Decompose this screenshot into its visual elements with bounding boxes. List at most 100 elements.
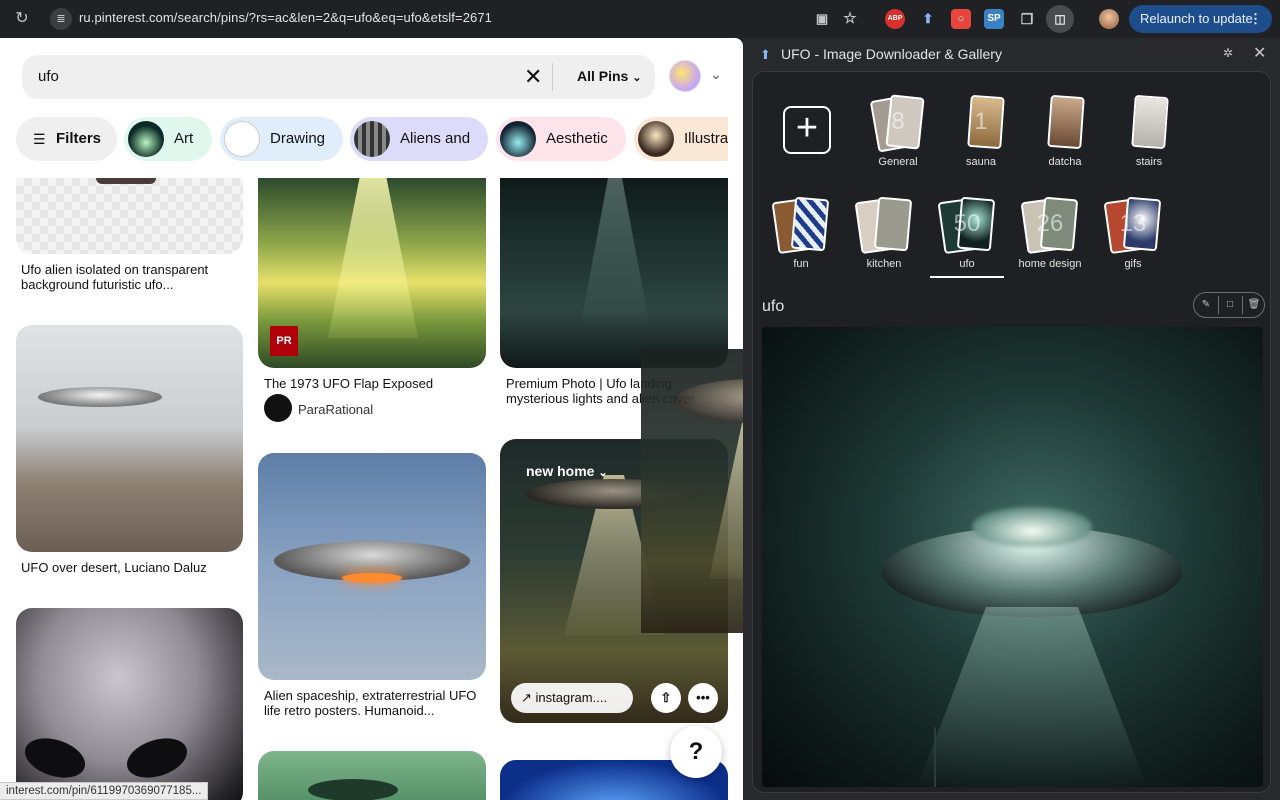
ufo-glow <box>972 507 1092 547</box>
profile-avatar[interactable] <box>1099 9 1119 29</box>
folder-kitchen[interactable]: kitchen <box>844 196 924 286</box>
pin-caption[interactable]: The 1973 UFO Flap Exposed <box>264 376 484 391</box>
pinterest-page: ufo ✕ All Pins ⌄ ⌄ ☰ Filters Art Drawing… <box>0 38 743 800</box>
pin-image-ufo-transparent[interactable] <box>16 178 243 254</box>
folder-name: sauna <box>966 156 996 168</box>
folder-name: home design <box>1018 258 1082 270</box>
light-beam <box>580 178 650 328</box>
folder-count: 26 <box>1036 210 1064 237</box>
add-folder-button[interactable]: + <box>783 106 831 154</box>
more-options-icon[interactable]: ••• <box>688 683 718 713</box>
folder-name: kitchen <box>866 258 902 270</box>
alien-eye <box>121 731 193 785</box>
side-panel-icon[interactable]: ◫ <box>1046 5 1074 33</box>
folder-datcha[interactable]: datcha <box>1025 94 1105 184</box>
folder-fun[interactable]: fun <box>761 196 841 286</box>
search-bar[interactable]: ufo ✕ All Pins ⌄ <box>22 55 655 99</box>
folder-sauna[interactable]: 1 sauna <box>941 94 1021 184</box>
folder-stairs[interactable]: stairs <box>1109 94 1189 184</box>
folder-count: 1 <box>974 108 988 135</box>
extensions-puzzle-icon[interactable]: ❐ <box>1017 9 1037 29</box>
pin-image-alien-face[interactable] <box>16 608 243 800</box>
pin-image-ufo-flap[interactable]: PR <box>258 178 486 368</box>
pin-caption[interactable]: UFO over desert, Luciano Daluz <box>21 560 236 575</box>
chip-label: Aesthetic <box>546 130 608 147</box>
record-extension-icon[interactable]: ○ <box>951 9 971 29</box>
pin-caption[interactable]: Ufo alien isolated on transparent backgr… <box>21 262 236 292</box>
board-name: new home <box>526 463 595 479</box>
divider <box>1242 296 1243 314</box>
delete-icon[interactable]: 🗑 <box>1244 297 1264 313</box>
pin-image-alien-spaceship[interactable] <box>258 453 486 680</box>
close-icon[interactable]: ✕ <box>1253 43 1266 63</box>
ufo-extension-icon[interactable]: ⬆ <box>918 9 938 29</box>
user-avatar[interactable] <box>669 60 701 92</box>
pin-image-ufo-desert[interactable] <box>16 325 243 552</box>
chip-thumbnail <box>500 121 536 157</box>
pin-image-ufo-landing[interactable] <box>500 178 728 368</box>
pin-author[interactable]: ParaRational <box>298 402 373 417</box>
help-button[interactable]: ? <box>670 726 722 778</box>
folder-name: General <box>878 156 918 168</box>
cast-icon[interactable]: ▣ <box>812 9 832 29</box>
folder-name: datcha <box>1048 156 1082 168</box>
account-chevron-icon[interactable]: ⌄ <box>710 66 722 83</box>
chip-aesthetic[interactable]: Aesthetic <box>496 117 626 161</box>
edit-icon[interactable]: ✎ <box>1196 297 1216 313</box>
relaunch-button[interactable]: Relaunch to update ⋮ <box>1129 5 1272 33</box>
gallery-title: ufo <box>762 298 785 315</box>
divider <box>1218 296 1219 314</box>
pin-icon[interactable]: ✲ <box>1223 46 1233 60</box>
active-folder-indicator <box>930 276 1004 278</box>
folder-name: gifs <box>1124 258 1142 270</box>
pin-image-green-ufo[interactable] <box>258 751 486 800</box>
relaunch-label: Relaunch to update <box>1140 11 1253 26</box>
chip-art[interactable]: Art <box>124 117 212 161</box>
scope-label: All Pins <box>577 68 629 84</box>
save-icon[interactable]: □ <box>1220 297 1240 313</box>
gallery-extension: + 8 General 1 sauna datcha stairs fun ki… <box>752 71 1271 793</box>
pr-badge: PR <box>270 326 298 356</box>
address-bar[interactable]: ru.pinterest.com/search/pins/?rs=ac&len=… <box>79 10 492 25</box>
bookmark-star-icon[interactable]: ☆ <box>840 9 860 29</box>
sp-extension-icon[interactable]: SP <box>984 9 1004 29</box>
folder-thumb <box>873 196 913 252</box>
gallery-main-image[interactable] <box>762 327 1263 787</box>
clear-search-icon[interactable]: ✕ <box>524 64 542 90</box>
status-bar-url: interest.com/pin/6119970369077185... <box>0 782 209 800</box>
folder-name: ufo <box>959 258 975 270</box>
reload-icon[interactable]: ↻ <box>12 9 32 29</box>
scope-dropdown[interactable]: All Pins ⌄ <box>577 68 641 84</box>
chip-label: Art <box>174 130 194 147</box>
chip-drawing[interactable]: Drawing <box>220 117 343 161</box>
ufo-shape <box>308 779 398 800</box>
folder-gifs[interactable]: 13 gifs <box>1093 196 1173 286</box>
pin-caption[interactable]: Alien spaceship, extraterrestrial UFO li… <box>264 688 484 718</box>
share-icon[interactable]: ⇧ <box>651 683 681 713</box>
filters-button[interactable]: ☰ Filters <box>16 117 117 161</box>
chip-thumbnail <box>638 121 674 157</box>
board-dropdown[interactable]: new home ⌄ <box>526 463 608 479</box>
folder-count: 8 <box>891 108 905 135</box>
folder-name: stairs <box>1135 156 1163 168</box>
light-beam <box>328 178 418 338</box>
visit-link-button[interactable]: ↗ instagram.... <box>511 683 633 713</box>
author-avatar[interactable] <box>264 394 292 422</box>
alien-eye <box>19 731 91 785</box>
chip-thumbnail <box>224 121 260 157</box>
site-info-icon[interactable]: ≣ <box>50 8 72 30</box>
folder-general[interactable]: 8 General <box>858 94 938 184</box>
folder-ufo[interactable]: 50 ufo <box>927 196 1007 286</box>
folder-count: 50 <box>953 210 981 237</box>
chip-label: Aliens and <box>400 130 471 147</box>
search-input[interactable]: ufo <box>38 68 59 85</box>
chip-illustration[interactable]: Illustra <box>634 117 728 161</box>
chip-aliens[interactable]: Aliens and <box>350 117 488 161</box>
folder-home-design[interactable]: 26 home design <box>1010 196 1090 286</box>
gallery-toolbar: ✎ □ 🗑 <box>1193 292 1265 318</box>
filters-label: Filters <box>56 130 102 147</box>
arrow-up-right-icon: ↗ <box>521 690 532 705</box>
chevron-down-icon: ⌄ <box>632 72 642 84</box>
adblock-icon[interactable]: ABP <box>885 9 905 29</box>
chevron-down-icon: ⌄ <box>598 467 608 479</box>
